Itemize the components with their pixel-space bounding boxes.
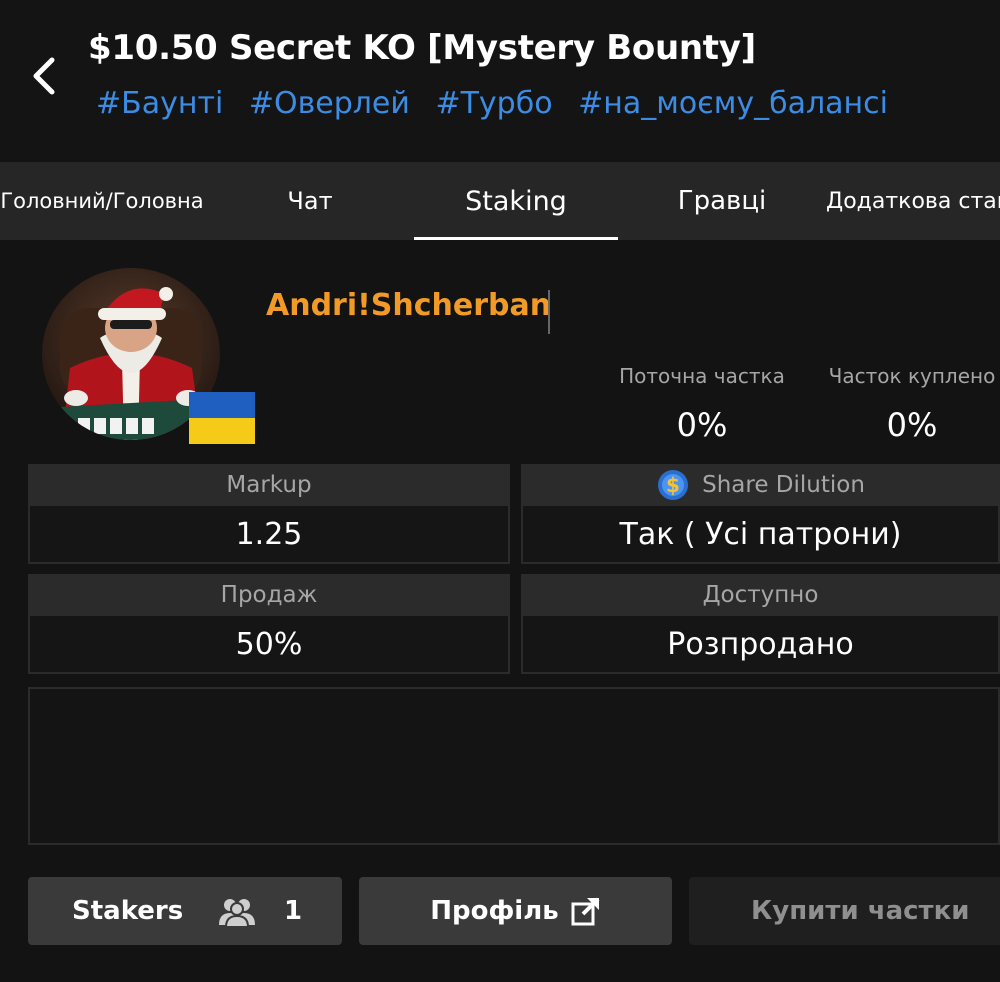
header: $10.50 Secret KO [Mystery Bounty] #Баунт… — [0, 0, 1000, 160]
markup-label: Markup — [28, 464, 510, 506]
stakers-button[interactable]: Stakers 1 — [28, 877, 342, 945]
divider — [548, 290, 550, 334]
stakers-count: 1 — [284, 896, 303, 926]
ukraine-flag-icon — [189, 392, 255, 444]
chevron-left-icon — [33, 57, 55, 95]
tab-players[interactable]: Гравці — [622, 162, 822, 240]
tag-turbo[interactable]: #Турбо — [435, 86, 552, 121]
tab-chat[interactable]: Чат — [250, 162, 370, 240]
shares-bought-stat: Часток куплено 0% — [812, 364, 1000, 444]
buy-shares-button[interactable]: Купити частки — [689, 877, 1000, 945]
svg-text:$: $ — [666, 473, 680, 497]
share-dilution-label: Share Dilution — [702, 472, 865, 498]
sale-cell: Продаж 50% — [28, 574, 510, 674]
available-label: Доступно — [521, 574, 1000, 616]
shares-bought-value: 0% — [886, 406, 938, 444]
current-share-value: 0% — [676, 406, 728, 444]
tab-main[interactable]: Головний/Головна — [0, 162, 210, 240]
player-username[interactable]: Andri!Shcherban — [266, 288, 551, 323]
dollar-coin-icon: $ — [658, 470, 689, 500]
sale-value: 50% — [28, 616, 510, 674]
markup-cell: Markup 1.25 — [28, 464, 510, 564]
users-icon — [219, 899, 255, 927]
tag-list: #Баунті #Оверлей #Турбо #на_моєму_баланс… — [96, 86, 904, 121]
tab-bar: Головний/Головна Чат Staking Гравці Дода… — [0, 162, 1000, 240]
profile-label: Профіль — [430, 896, 559, 926]
current-share-stat: Поточна частка 0% — [610, 364, 794, 444]
tab-staking[interactable]: Staking — [414, 162, 618, 240]
tournament-title: $10.50 Secret KO [Mystery Bounty] — [88, 28, 756, 68]
share-dilution-value: Так ( Усі патрони) — [521, 506, 1000, 564]
current-share-label: Поточна частка — [619, 364, 785, 388]
active-tab-indicator — [414, 237, 618, 240]
buy-shares-label: Купити частки — [751, 896, 970, 926]
sale-label: Продаж — [28, 574, 510, 616]
shares-bought-label: Часток куплено — [828, 364, 996, 388]
tab-side-bet[interactable]: Додаткова став — [826, 162, 1000, 240]
external-link-icon — [571, 897, 600, 926]
tag-overlay[interactable]: #Оверлей — [249, 86, 410, 121]
back-button[interactable] — [22, 52, 66, 100]
tag-bounty[interactable]: #Баунті — [96, 86, 223, 121]
share-dilution-cell: $ Share Dilution Так ( Усі патрони) — [521, 464, 1000, 564]
markup-value: 1.25 — [28, 506, 510, 564]
tag-my-balance[interactable]: #на_моєму_балансі — [578, 86, 888, 121]
available-value: Розпродано — [521, 616, 1000, 674]
staking-screen: $10.50 Secret KO [Mystery Bounty] #Баунт… — [0, 0, 1000, 982]
available-cell: Доступно Розпродано — [521, 574, 1000, 674]
notes-panel — [28, 687, 1000, 845]
profile-button[interactable]: Профіль — [359, 877, 672, 945]
stakers-label: Stakers — [72, 896, 184, 926]
